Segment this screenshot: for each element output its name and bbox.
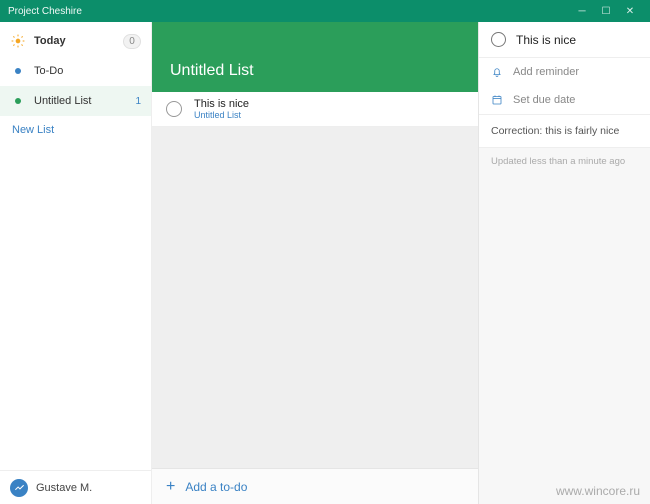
titlebar: Project Cheshire ─ ☐ ✕ bbox=[0, 0, 650, 22]
untitled-count: 1 bbox=[135, 96, 141, 107]
task-area bbox=[152, 127, 478, 468]
list-dot-icon bbox=[10, 93, 26, 109]
window-title: Project Cheshire bbox=[8, 6, 570, 17]
user-name: Gustave M. bbox=[36, 482, 92, 494]
maximize-button[interactable]: ☐ bbox=[594, 6, 618, 17]
sidebar-item-untitled[interactable]: Untitled List 1 bbox=[0, 86, 151, 116]
task-row[interactable]: This is nice Untitled List bbox=[152, 92, 478, 127]
plus-icon: + bbox=[166, 478, 175, 496]
sidebar-item-todo[interactable]: To-Do bbox=[0, 56, 151, 86]
detail-header: This is nice bbox=[479, 22, 650, 58]
task-title: This is nice bbox=[194, 98, 249, 110]
sidebar: Today 0 To-Do Untitled List 1 New List G… bbox=[0, 22, 152, 504]
sidebar-label-todo: To-Do bbox=[34, 65, 141, 77]
task-checkbox[interactable] bbox=[166, 101, 182, 117]
today-count-badge: 0 bbox=[123, 34, 141, 49]
list-header: Untitled List bbox=[152, 22, 478, 92]
close-button[interactable]: ✕ bbox=[618, 6, 642, 17]
avatar bbox=[10, 479, 28, 497]
task-meta: This is nice Untitled List bbox=[194, 98, 249, 120]
sidebar-footer[interactable]: Gustave M. bbox=[0, 470, 151, 504]
watermark: www.wincore.ru bbox=[556, 484, 640, 498]
new-list-button[interactable]: New List bbox=[0, 116, 151, 144]
calendar-icon bbox=[491, 94, 503, 106]
sidebar-label-untitled: Untitled List bbox=[34, 95, 135, 107]
add-todo-placeholder: Add a to-do bbox=[185, 480, 247, 494]
add-reminder-button[interactable]: Add reminder bbox=[479, 58, 650, 86]
set-due-date-button[interactable]: Set due date bbox=[479, 86, 650, 114]
list-title[interactable]: Untitled List bbox=[170, 62, 254, 80]
sun-icon bbox=[10, 33, 26, 49]
add-reminder-label: Add reminder bbox=[513, 66, 579, 78]
detail-updated: Updated less than a minute ago bbox=[479, 148, 650, 175]
detail-title[interactable]: This is nice bbox=[516, 33, 576, 47]
detail-checkbox[interactable] bbox=[491, 32, 506, 47]
set-due-date-label: Set due date bbox=[513, 94, 575, 106]
sidebar-label-today: Today bbox=[34, 35, 123, 47]
bell-icon bbox=[491, 66, 503, 78]
list-dot-icon bbox=[10, 63, 26, 79]
detail-actions: Add reminder Set due date bbox=[479, 58, 650, 115]
sidebar-list: Today 0 To-Do Untitled List 1 New List bbox=[0, 22, 151, 470]
add-todo-input[interactable]: + Add a to-do bbox=[152, 468, 478, 504]
task-list-name: Untitled List bbox=[194, 110, 249, 120]
detail-panel: This is nice Add reminder Set due date C… bbox=[478, 22, 650, 504]
minimize-button[interactable]: ─ bbox=[570, 6, 594, 17]
app-body: Today 0 To-Do Untitled List 1 New List G… bbox=[0, 22, 650, 504]
main-panel: Untitled List This is nice Untitled List… bbox=[152, 22, 478, 504]
detail-note[interactable]: Correction: this is fairly nice bbox=[479, 115, 650, 148]
sidebar-item-today[interactable]: Today 0 bbox=[0, 26, 151, 56]
